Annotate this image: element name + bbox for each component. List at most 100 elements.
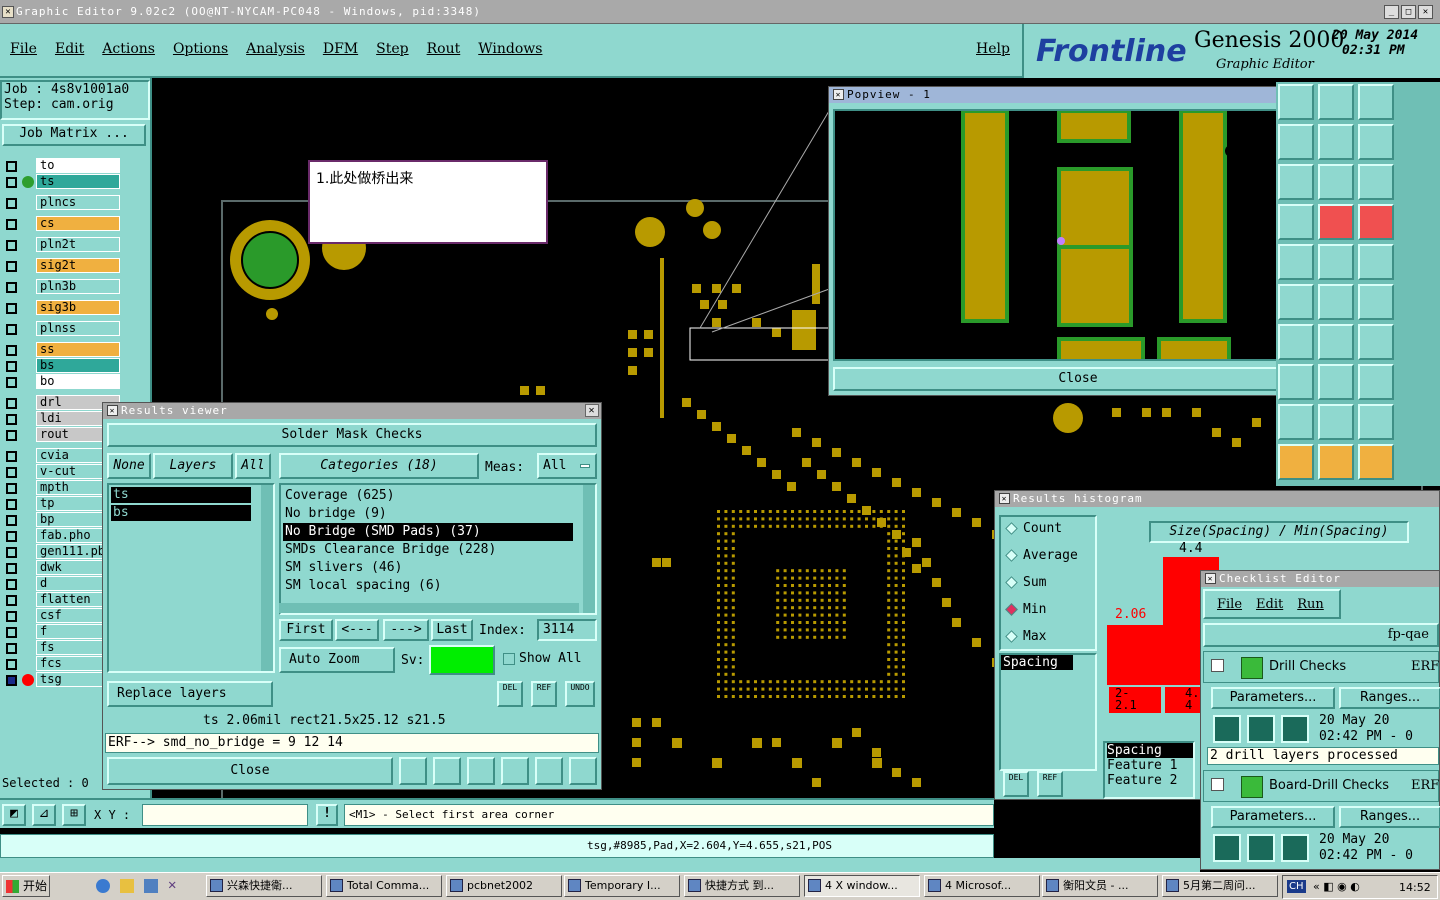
run-check-icon[interactable] <box>1213 834 1241 862</box>
pointer-2-icon[interactable] <box>1358 444 1394 480</box>
option-count[interactable]: Count <box>1005 521 1062 536</box>
layer-checkbox[interactable] <box>6 361 17 372</box>
taskbar-item[interactable]: Temporary I... <box>564 875 680 897</box>
quicklaunch-ie-icon[interactable] <box>96 879 110 893</box>
layer-name[interactable]: to <box>36 158 120 173</box>
split-icon[interactable] <box>1358 324 1394 360</box>
auto-zoom-select[interactable]: Auto Zoom <box>279 647 395 673</box>
run-check-icon[interactable] <box>1281 715 1309 743</box>
categories-button[interactable]: Categories (18) <box>279 453 479 479</box>
layer-checkbox[interactable] <box>6 483 17 494</box>
undo-button[interactable]: UNDO <box>565 681 595 707</box>
run-check-icon[interactable] <box>1213 715 1241 743</box>
check-enabled-checkbox[interactable] <box>1211 659 1224 672</box>
results-viewer-close-icon[interactable]: ✕ <box>585 404 599 417</box>
layer-row-sig2t[interactable]: sig2t <box>2 258 148 274</box>
ranges-button[interactable]: Ranges... <box>1339 806 1440 828</box>
redraw-icon[interactable] <box>1358 124 1394 160</box>
tool-7-a-icon[interactable] <box>1278 364 1314 400</box>
results-close-button[interactable]: Close <box>107 757 393 785</box>
layer-checkbox[interactable] <box>6 398 17 409</box>
layer-row-plnss[interactable]: plnss <box>2 321 148 337</box>
tool-8-a-icon[interactable] <box>1278 404 1314 440</box>
show-all-checkbox[interactable] <box>503 653 515 665</box>
job-matrix-button[interactable]: Job Matrix ... <box>2 124 146 146</box>
pointer-icon[interactable] <box>1318 444 1354 480</box>
input-lang-icon[interactable]: CH <box>1287 880 1306 893</box>
histogram-list-item[interactable]: Spacing <box>1001 655 1073 670</box>
delete-mark-icon[interactable] <box>467 757 495 785</box>
popview-close-button[interactable]: Close <box>833 367 1323 391</box>
parameters-button[interactable]: Parameters... <box>1211 806 1335 828</box>
minimize-button[interactable]: _ <box>1384 5 1399 19</box>
quicklaunch-x-icon[interactable]: ✕ <box>168 877 176 893</box>
flag-icon[interactable] <box>399 757 427 785</box>
menu-rout[interactable]: Rout <box>427 41 461 57</box>
layer-checkbox[interactable] <box>6 499 17 510</box>
category-item[interactable]: No Bridge (SMD Pads) (37) <box>283 523 573 541</box>
layer-row-pln2t[interactable]: pln2t <box>2 237 148 253</box>
del-button[interactable]: DEL <box>497 681 523 707</box>
layer-row-bo[interactable]: bo <box>2 374 148 390</box>
box-blue-icon[interactable] <box>1358 364 1394 400</box>
triangle-blue-icon[interactable] <box>1358 404 1394 440</box>
layer-name[interactable]: sig2t <box>36 258 120 273</box>
layer-checkbox[interactable] <box>6 611 17 622</box>
layer-checkbox[interactable] <box>6 515 17 526</box>
layer-checkbox[interactable] <box>6 261 17 272</box>
run-check-icon[interactable] <box>1281 834 1309 862</box>
menu-step[interactable]: Step <box>376 41 408 57</box>
menu-actions[interactable]: Actions <box>102 41 155 57</box>
menu-help[interactable]: Help <box>976 41 1010 57</box>
layer-checkbox[interactable] <box>6 563 17 574</box>
maximize-button[interactable]: □ <box>1401 5 1416 19</box>
option-min[interactable]: Min <box>1005 602 1046 617</box>
taskbar-item[interactable]: 衡阳文员 - ... <box>1042 875 1158 897</box>
category-item[interactable]: SM local spacing (6) <box>283 577 573 595</box>
layer-checkbox[interactable] <box>6 595 17 606</box>
layer-name[interactable]: bo <box>36 374 120 389</box>
parameters-button[interactable]: Parameters... <box>1211 687 1335 709</box>
report-icon[interactable] <box>535 757 563 785</box>
menu-windows[interactable]: Windows <box>478 41 542 57</box>
layer-checkbox[interactable] <box>6 324 17 335</box>
tool-6-a-icon[interactable] <box>1278 324 1314 360</box>
help-icon[interactable] <box>1358 164 1394 200</box>
run-check-icon[interactable] <box>1247 715 1275 743</box>
layer-checkbox[interactable] <box>6 659 17 670</box>
layer-checkbox[interactable] <box>6 547 17 558</box>
close-window-button[interactable]: ✕ <box>1418 5 1433 19</box>
check-erf[interactable]: ERF <box>1411 778 1439 793</box>
start-button[interactable]: 开始 <box>2 875 50 897</box>
category-item[interactable]: SMDs Clearance Bridge (228) <box>283 541 573 559</box>
categories-scrollbar[interactable] <box>583 485 595 613</box>
snap-icon[interactable]: ◩ <box>2 804 26 826</box>
first-button[interactable]: First <box>279 619 333 641</box>
result-layer-item[interactable]: bs <box>111 505 251 521</box>
layer-name[interactable]: bs <box>36 358 120 373</box>
layers-button[interactable]: Layers <box>153 453 233 479</box>
layer-checkbox[interactable] <box>6 303 17 314</box>
tool-3-a-icon[interactable] <box>1278 204 1314 240</box>
layer-checkbox[interactable] <box>6 161 17 172</box>
taskbar-item[interactable]: 5月第二周问... <box>1162 875 1278 897</box>
option-sum[interactable]: Sum <box>1005 575 1046 590</box>
stop-icon[interactable] <box>433 757 461 785</box>
measure-icon[interactable]: ⊿ <box>32 804 56 826</box>
layer-name[interactable]: pln3b <box>36 279 120 294</box>
pin-red-icon[interactable] <box>1318 204 1354 240</box>
layer-row-ss[interactable]: ss <box>2 342 148 358</box>
layer-name[interactable]: plncs <box>36 195 120 210</box>
menu-file[interactable]: File <box>10 41 37 57</box>
category-item[interactable]: SM slivers (46) <box>283 559 573 577</box>
next-button[interactable]: ---> <box>383 619 429 641</box>
layer-checkbox[interactable] <box>6 377 17 388</box>
layer-checkbox[interactable] <box>6 198 17 209</box>
option-max[interactable]: Max <box>1005 629 1046 644</box>
none-button[interactable]: None <box>107 453 151 479</box>
layer-name[interactable]: plnss <box>36 321 120 336</box>
layer-row-pln3b[interactable]: pln3b <box>2 279 148 295</box>
layer-row-bs[interactable]: bs <box>2 358 148 374</box>
layer-checkbox[interactable] <box>6 177 17 188</box>
run-check-icon[interactable] <box>1247 834 1275 862</box>
